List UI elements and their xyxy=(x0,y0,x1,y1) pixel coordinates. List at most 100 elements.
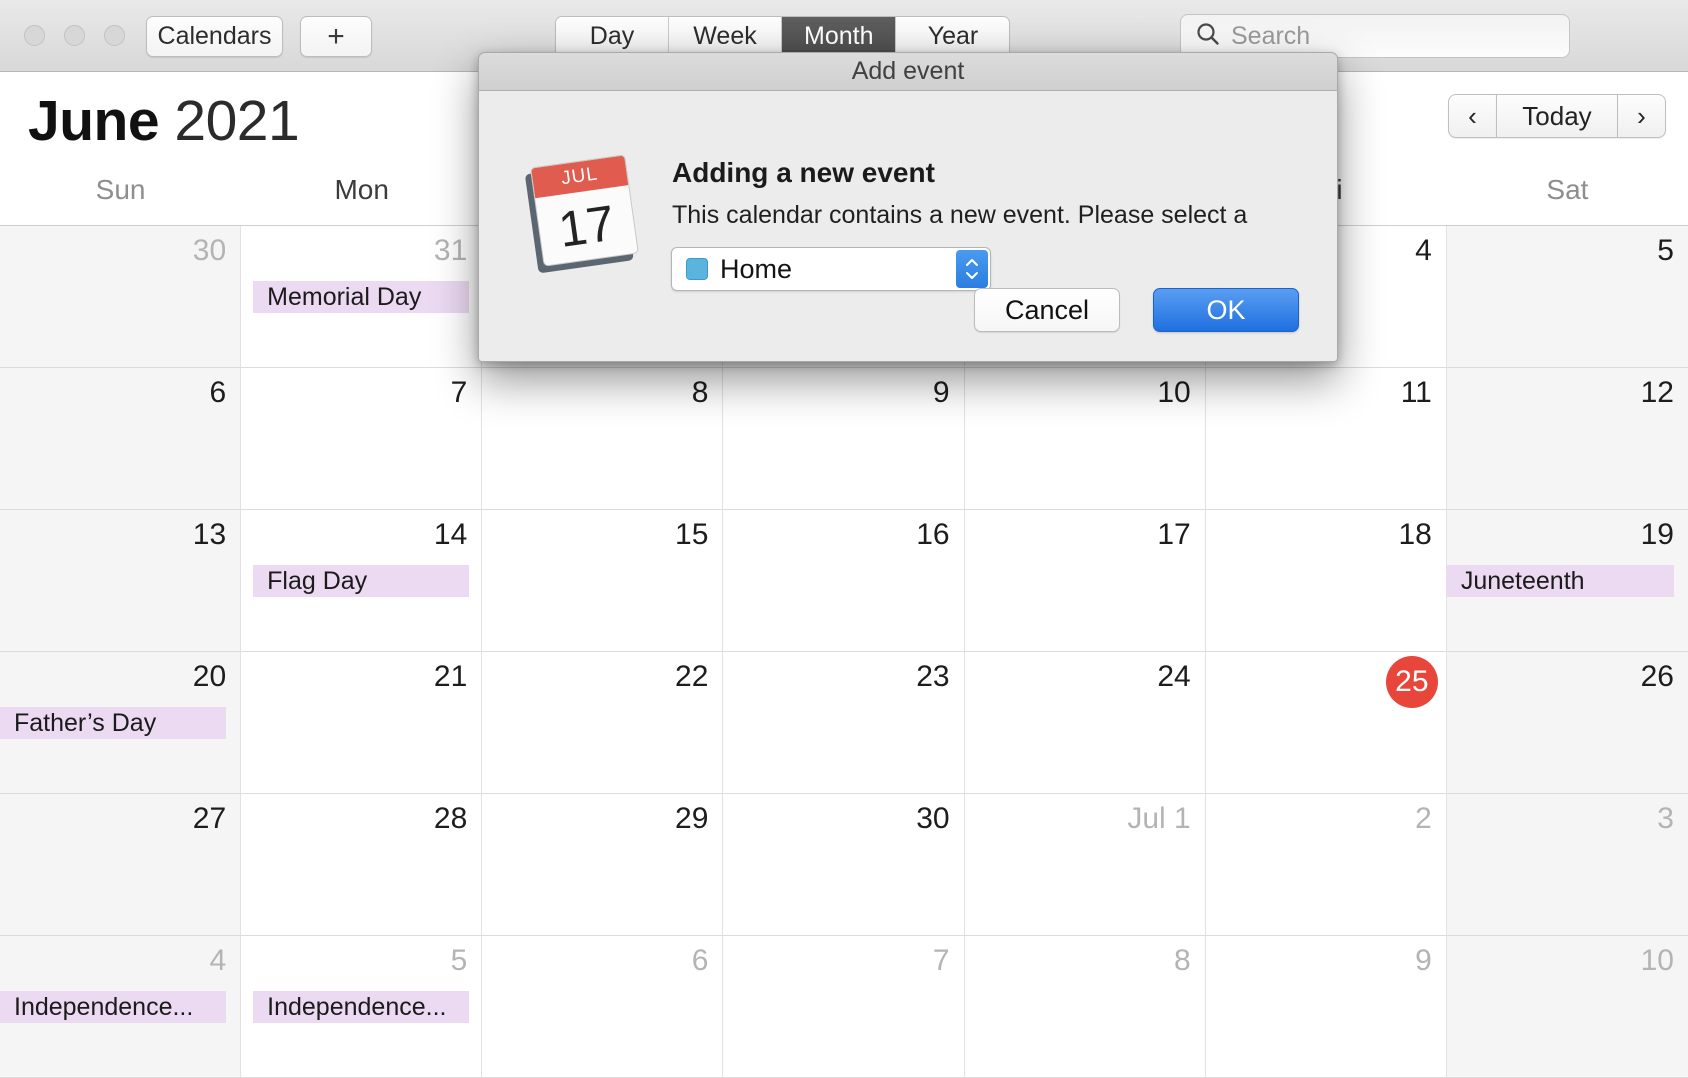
day-number: 8 xyxy=(691,376,709,409)
view-segmented-control[interactable]: Day Week Month Year xyxy=(555,16,1011,57)
day-cell[interactable]: 3 xyxy=(1446,794,1688,936)
day-number: 20 xyxy=(192,660,227,693)
day-cell[interactable]: 25 xyxy=(1205,652,1447,794)
next-month-button[interactable]: › xyxy=(1618,94,1666,138)
today-button[interactable]: Today xyxy=(1496,94,1618,138)
day-cell[interactable]: 6 xyxy=(0,368,242,510)
day-cell[interactable]: 4 Independence... xyxy=(0,936,242,1078)
day-number: 23 xyxy=(916,660,950,693)
day-cell[interactable]: 26 xyxy=(1446,652,1688,794)
day-cell[interactable]: 2 xyxy=(1205,794,1447,936)
dialog-message: This calendar contains a new event. Plea… xyxy=(672,201,1248,229)
dialog-titlebar: Add event xyxy=(478,52,1338,91)
ok-button[interactable]: OK xyxy=(1153,288,1299,332)
day-number: 30 xyxy=(916,802,950,835)
month-label: June xyxy=(28,89,160,153)
day-cell[interactable]: 27 xyxy=(0,794,242,936)
day-cell[interactable]: 11 xyxy=(1205,368,1447,510)
day-number: 29 xyxy=(675,802,709,835)
day-number: 10 xyxy=(1157,376,1191,409)
calendar-select[interactable]: Home xyxy=(671,247,991,291)
weekday-label-sun: Sun xyxy=(95,174,146,205)
day-number: 6 xyxy=(691,944,709,977)
day-cell[interactable]: 19 Juneteenth xyxy=(1446,510,1688,652)
day-cell[interactable]: 9 xyxy=(723,368,965,510)
day-cell[interactable]: 10 xyxy=(964,368,1206,510)
page-title: June 2021 xyxy=(28,88,300,154)
event-chip[interactable]: Father’s Day xyxy=(0,707,227,739)
day-cell[interactable]: 15 xyxy=(482,510,724,652)
day-number: 5 xyxy=(1657,234,1674,267)
day-number: 18 xyxy=(1398,518,1432,551)
add-event-dialog: Add event JUL 17 Adding a new event This… xyxy=(478,52,1338,362)
day-number: 16 xyxy=(916,518,950,551)
calendar-icon-day: 17 xyxy=(555,194,619,258)
day-cell[interactable]: 21 xyxy=(241,652,483,794)
event-chip[interactable]: Juneteenth xyxy=(1446,565,1674,597)
day-cell[interactable]: Jul 1 xyxy=(964,794,1206,936)
day-number: 4 xyxy=(1415,234,1432,267)
calendar-select-value: Home xyxy=(720,253,793,284)
day-number: 9 xyxy=(1415,944,1432,977)
day-number: 15 xyxy=(675,518,709,551)
day-cell[interactable]: 9 xyxy=(1205,936,1447,1078)
day-cell[interactable]: 18 xyxy=(1205,510,1447,652)
event-chip[interactable]: Independence... xyxy=(253,991,470,1023)
day-cell[interactable]: 30 xyxy=(723,794,965,936)
day-cell[interactable]: 17 xyxy=(964,510,1206,652)
day-cell[interactable]: 28 xyxy=(241,794,483,936)
day-cell[interactable]: 20 Father’s Day xyxy=(0,652,242,794)
tab-week[interactable]: Week xyxy=(669,17,782,56)
chevron-updown-icon[interactable] xyxy=(956,250,988,288)
day-cell[interactable]: 5 Independence... xyxy=(241,936,483,1078)
day-cell[interactable]: 30 xyxy=(0,226,242,368)
day-number: 30 xyxy=(192,234,227,267)
day-number: 12 xyxy=(1640,376,1674,409)
day-number: 10 xyxy=(1640,944,1674,977)
day-cell[interactable]: 24 xyxy=(964,652,1206,794)
day-number: Jul 1 xyxy=(1127,802,1191,835)
tab-month[interactable]: Month xyxy=(782,17,897,56)
day-cell[interactable]: 23 xyxy=(723,652,965,794)
day-number: 7 xyxy=(932,944,950,977)
day-cell[interactable]: 13 xyxy=(0,510,242,652)
day-cell[interactable]: 22 xyxy=(482,652,724,794)
day-cell[interactable]: 12 xyxy=(1446,368,1688,510)
event-chip[interactable]: Independence... xyxy=(0,991,227,1023)
day-cell[interactable]: 14 Flag Day xyxy=(241,510,483,652)
year-label: 2021 xyxy=(174,89,300,153)
calendars-button[interactable]: Calendars xyxy=(146,16,283,57)
maximize-window-button[interactable] xyxy=(104,25,125,46)
cancel-button[interactable]: Cancel xyxy=(974,288,1120,332)
previous-month-button[interactable]: ‹ xyxy=(1448,94,1496,138)
day-cell[interactable]: 5 xyxy=(1446,226,1688,368)
day-number: 17 xyxy=(1157,518,1191,551)
day-cell[interactable]: 8 xyxy=(964,936,1206,1078)
day-cell[interactable]: 16 xyxy=(723,510,965,652)
weekday-label-mon: Mon xyxy=(334,174,389,205)
add-event-button[interactable]: + xyxy=(300,16,372,57)
day-number: 31 xyxy=(433,234,468,267)
day-number: 21 xyxy=(433,660,468,693)
day-cell[interactable]: 8 xyxy=(482,368,724,510)
event-chip[interactable]: Flag Day xyxy=(253,565,470,597)
day-number: 6 xyxy=(209,376,227,409)
close-window-button[interactable] xyxy=(24,25,45,46)
day-cell[interactable]: 29 xyxy=(482,794,724,936)
tab-day[interactable]: Day xyxy=(556,17,669,56)
day-cell[interactable]: 10 xyxy=(1446,936,1688,1078)
day-number: 4 xyxy=(209,944,227,977)
day-cell[interactable]: 31 Memorial Day xyxy=(241,226,483,368)
day-number: 14 xyxy=(433,518,468,551)
day-number: 9 xyxy=(932,376,950,409)
day-number: 7 xyxy=(450,376,468,409)
event-chip[interactable]: Memorial Day xyxy=(253,281,470,313)
day-number: 24 xyxy=(1157,660,1191,693)
day-number: 8 xyxy=(1174,944,1191,977)
search-placeholder: Search xyxy=(1231,21,1311,50)
day-cell[interactable]: 7 xyxy=(241,368,483,510)
day-cell[interactable]: 7 xyxy=(723,936,965,1078)
day-cell[interactable]: 6 xyxy=(482,936,724,1078)
tab-year[interactable]: Year xyxy=(896,17,1010,56)
minimize-window-button[interactable] xyxy=(64,25,85,46)
